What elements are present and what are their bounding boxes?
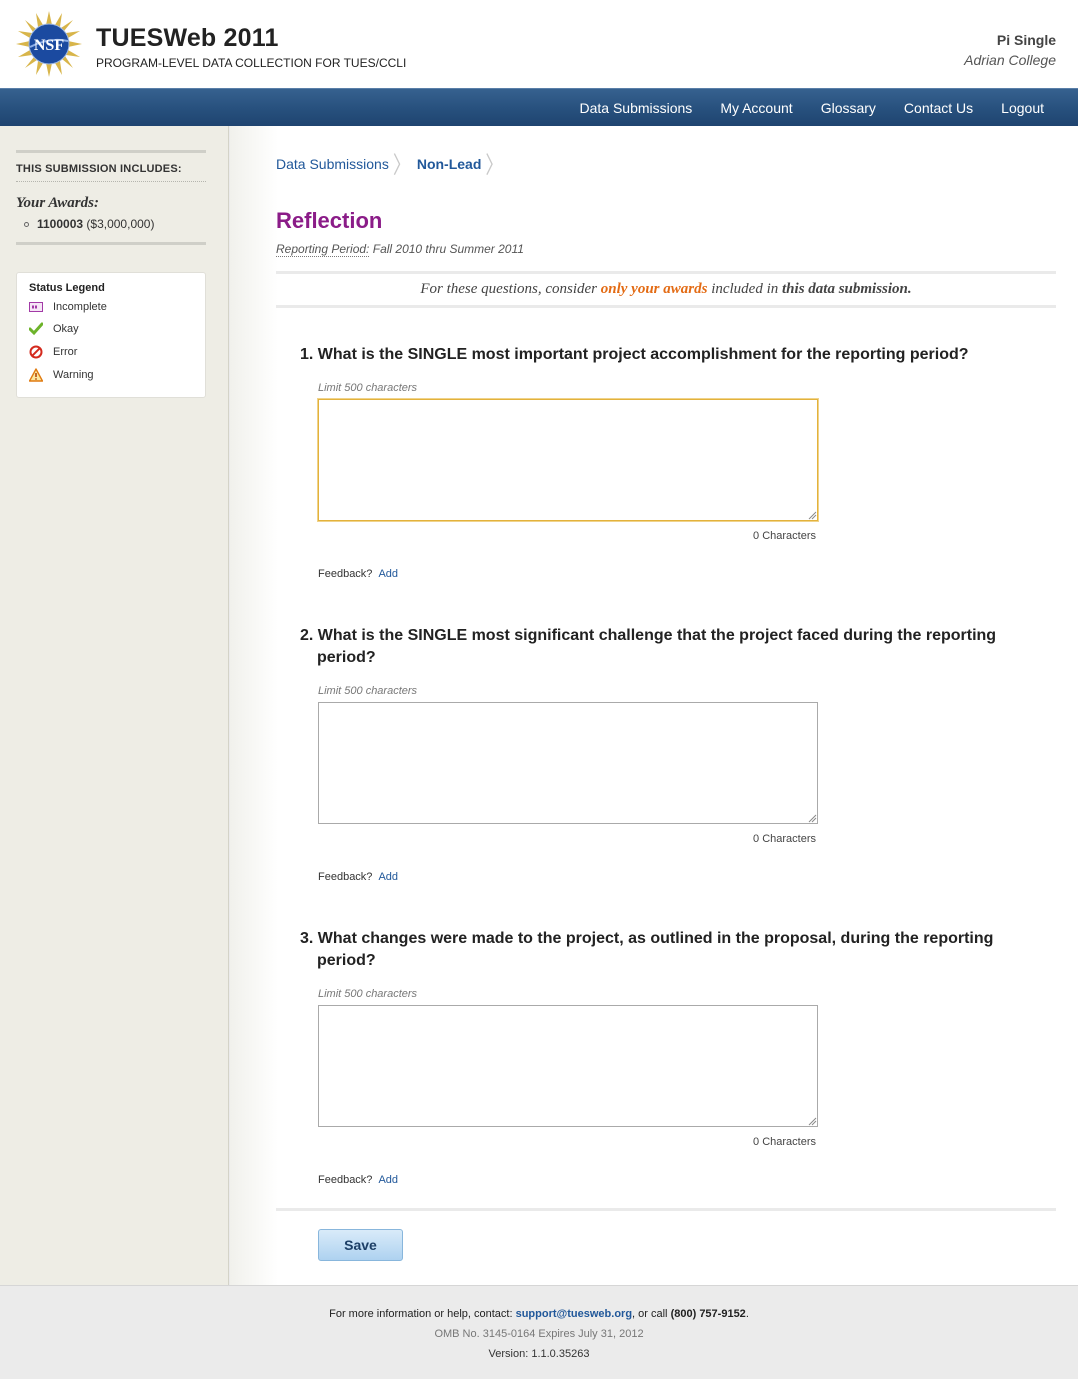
question-2-char-count: 0 Characters — [753, 833, 816, 845]
legend-warning: Warning — [29, 363, 193, 386]
support-phone: (800) 757-9152 — [670, 1308, 746, 1320]
legend-okay-label: Okay — [53, 322, 79, 335]
nav-glossary[interactable]: Glossary — [807, 89, 890, 127]
question-2-answer[interactable] — [318, 702, 818, 824]
footer-help-text: For more information or help, contact: — [329, 1308, 513, 1320]
notice-text: For these questions, consider — [420, 281, 597, 297]
checkmark-icon — [29, 322, 43, 336]
nsf-logo[interactable]: NSF — [16, 11, 82, 77]
support-email-link[interactable]: support@tuesweb.org — [516, 1308, 632, 1320]
error-icon — [29, 345, 43, 359]
resize-grip-icon[interactable] — [807, 510, 817, 520]
form-divider — [276, 1208, 1056, 1211]
legend-warning-label: Warning — [53, 368, 94, 381]
sidebar-divider — [16, 242, 206, 245]
footer-help-text: . — [745, 1308, 749, 1320]
warning-icon — [29, 367, 43, 382]
status-legend: Status Legend Incomplete Okay Error Warn… — [16, 272, 206, 398]
nav-contact-us[interactable]: Contact Us — [890, 89, 987, 127]
question-3: 3. What changes were made to the project… — [300, 930, 994, 969]
header: NSF TUESWeb 2011 PROGRAM-LEVEL DATA COLL… — [0, 0, 1078, 88]
resize-grip-icon[interactable] — [807, 1116, 817, 1126]
reporting-period: Reporting Period: Fall 2010 thru Summer … — [276, 242, 524, 257]
nav-data-submissions[interactable]: Data Submissions — [565, 89, 706, 127]
submission-includes-title: THIS SUBMISSION INCLUDES: — [16, 153, 206, 182]
award-id: 1100003 — [37, 217, 84, 231]
your-awards-label: Your Awards: — [16, 195, 99, 211]
legend-error: Error — [29, 340, 193, 363]
question-2-feedback-add[interactable]: Add — [378, 871, 398, 883]
nav-my-account[interactable]: My Account — [706, 89, 806, 127]
question-1: 1. What is the SINGLE most important pro… — [300, 346, 969, 363]
main-nav: Data Submissions My Account Glossary Con… — [565, 89, 1058, 127]
question-2: 2. What is the SINGLE most significant c… — [300, 627, 997, 666]
feedback-label: Feedback? — [318, 568, 373, 580]
breadcrumb-data-submissions[interactable]: Data Submissions — [276, 156, 389, 172]
sidebar: THIS SUBMISSION INCLUDES: Your Awards: 1… — [0, 126, 229, 1285]
breadcrumb: Data Submissions 〉 Non-Lead 〉 — [276, 151, 509, 178]
question-3-feedback-add[interactable]: Add — [378, 1174, 398, 1186]
award-amount: ($3,000,000) — [86, 217, 155, 231]
question-1-limit: Limit 500 characters — [318, 382, 418, 394]
breadcrumb-non-lead[interactable]: Non-Lead — [417, 156, 482, 172]
question-1-feedback: Feedback? Add — [318, 568, 398, 580]
feedback-label: Feedback? — [318, 871, 373, 883]
reporting-period-value: Fall 2010 thru Summer 2011 — [372, 242, 524, 256]
question-1-feedback-add[interactable]: Add — [378, 568, 398, 580]
footer-help: For more information or help, contact: s… — [0, 1308, 1078, 1320]
user-organization: Adrian College — [964, 52, 1056, 68]
breadcrumb-separator-icon: 〉 — [392, 152, 411, 179]
omb-notice: OMB No. 3145-0164 Expires July 31, 2012 — [434, 1328, 644, 1340]
notice-text: included in — [711, 281, 779, 297]
legend-incomplete: Incomplete — [29, 297, 193, 317]
legend-okay: Okay — [29, 317, 193, 340]
notice-highlight: only your awards — [600, 281, 708, 297]
nav-logout[interactable]: Logout — [987, 89, 1058, 127]
legend-incomplete-label: Incomplete — [53, 301, 107, 313]
save-button[interactable]: Save — [318, 1229, 403, 1261]
instructions-notice: For these questions, consider only your … — [276, 271, 1056, 308]
question-3-char-count: 0 Characters — [753, 1136, 816, 1148]
question-3-answer[interactable] — [318, 1005, 818, 1127]
question-2-feedback: Feedback? Add — [318, 871, 398, 883]
user-name: Pi Single — [996, 32, 1056, 48]
bullet-icon — [24, 222, 29, 228]
award-item: 1100003 ($3,000,000) — [16, 217, 206, 231]
question-2-limit: Limit 500 characters — [318, 685, 418, 697]
footer: For more information or help, contact: s… — [0, 1285, 1078, 1379]
resize-grip-icon[interactable] — [807, 813, 817, 823]
notice-emphasis: this data submission. — [782, 281, 912, 297]
question-1-answer[interactable] — [318, 399, 818, 521]
status-legend-title: Status Legend — [29, 282, 105, 294]
reporting-period-label: Reporting Period: — [276, 242, 370, 257]
footer-help-text: , or call — [632, 1308, 668, 1320]
breadcrumb-separator-icon: 〉 — [485, 152, 504, 179]
main-content: Data Submissions 〉 Non-Lead 〉 Reflection… — [230, 126, 1078, 1285]
site-subtitle: PROGRAM-LEVEL DATA COLLECTION FOR TUES/C… — [96, 56, 407, 70]
legend-error-label: Error — [53, 345, 78, 358]
feedback-label: Feedback? — [318, 1174, 373, 1186]
question-3-feedback: Feedback? Add — [318, 1174, 398, 1186]
question-3-limit: Limit 500 characters — [318, 988, 418, 1000]
page-title: Reflection — [276, 208, 383, 233]
incomplete-icon — [29, 300, 43, 314]
site-title[interactable]: TUESWeb 2011 — [96, 24, 279, 53]
nav-bar: Data Submissions My Account Glossary Con… — [0, 88, 1078, 126]
logo-text: NSF — [34, 37, 64, 54]
question-1-char-count: 0 Characters — [753, 530, 816, 542]
version-info: Version: 1.1.0.35263 — [488, 1348, 590, 1360]
submission-summary: THIS SUBMISSION INCLUDES: Your Awards: 1… — [16, 150, 206, 245]
